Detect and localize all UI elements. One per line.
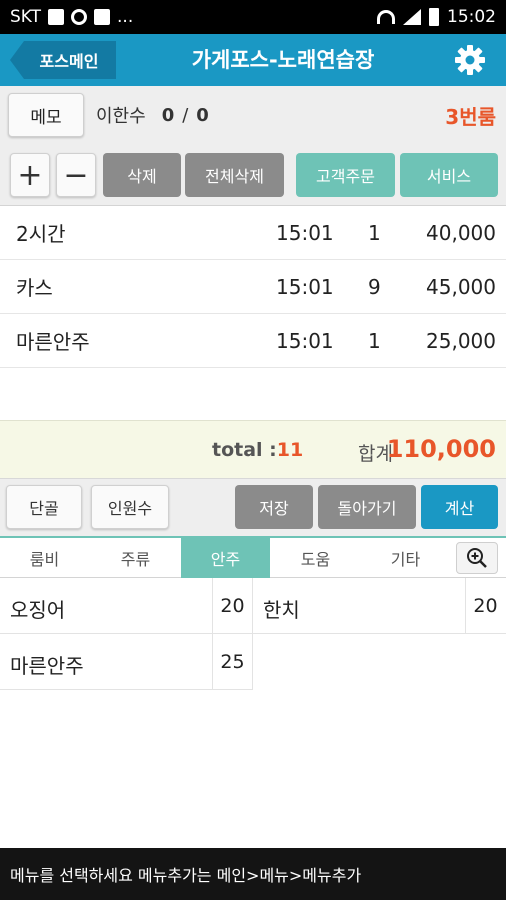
zoom-in-icon bbox=[467, 548, 487, 568]
order-list: 2시간 15:01 1 40,000 카스 15:01 9 45,000 마른안… bbox=[0, 206, 506, 420]
tab-snacks[interactable]: 안주 bbox=[181, 538, 270, 578]
menu-item[interactable]: 오징어 20 bbox=[0, 578, 253, 634]
zoom-in-button[interactable] bbox=[456, 542, 498, 574]
order-time: 15:01 bbox=[276, 220, 334, 245]
service-button[interactable]: 서비스 bbox=[400, 153, 498, 197]
count-a: 0 bbox=[161, 104, 175, 126]
total-count-label: total :11 bbox=[212, 439, 303, 461]
facebook-icon bbox=[94, 9, 111, 25]
status-bar: SKT ... 15:02 bbox=[0, 0, 506, 34]
person-count: 0 / 0 bbox=[162, 105, 209, 126]
menu-item-price: 20 bbox=[465, 578, 505, 633]
bottom-action-row: 단골 인원수 저장 돌아가기 계산 bbox=[0, 478, 506, 536]
order-qty: 1 bbox=[368, 328, 381, 353]
order-row[interactable]: 카스 15:01 9 45,000 bbox=[0, 260, 506, 314]
menu-item-name: 오징어 bbox=[10, 598, 66, 622]
gallery-icon bbox=[48, 9, 65, 25]
total-label-text: total : bbox=[212, 439, 277, 461]
app-header: 포스메인 가게포스-노래연습장 bbox=[0, 34, 506, 86]
gear-icon[interactable] bbox=[454, 44, 486, 76]
regular-customer-button[interactable]: 단골 bbox=[6, 485, 82, 529]
delete-button[interactable]: 삭제 bbox=[103, 153, 181, 197]
order-time: 15:01 bbox=[276, 328, 334, 353]
sum-value: 110,000 bbox=[386, 435, 496, 463]
customer-order-button[interactable]: 고객주문 bbox=[296, 153, 395, 197]
order-price: 45,000 bbox=[426, 274, 496, 299]
order-name: 마른안주 bbox=[16, 330, 90, 354]
menu-item[interactable]: 한치 20 bbox=[253, 578, 506, 634]
footer-hint: 메뉴를 선택하세요 메뉴추가는 메인>메뉴>메뉴추가 bbox=[0, 848, 506, 900]
order-time: 15:01 bbox=[276, 274, 334, 299]
room-label: 3번룸 bbox=[445, 104, 496, 129]
decrease-button[interactable]: − bbox=[56, 153, 96, 197]
order-row[interactable]: 2시간 15:01 1 40,000 bbox=[0, 206, 506, 260]
order-qty: 9 bbox=[368, 274, 381, 299]
battery-icon bbox=[429, 8, 439, 26]
signal-icon bbox=[403, 9, 421, 25]
info-row: 메모 이한수 0 / 0 3번룸 bbox=[0, 86, 506, 144]
menu-grid: 오징어 20 한치 20 마른안주 25 bbox=[0, 578, 506, 848]
pos-main-back-button[interactable]: 포스메인 bbox=[10, 41, 116, 79]
order-row[interactable]: 마른안주 15:01 1 25,000 bbox=[0, 314, 506, 368]
customer-name: 이한수 bbox=[96, 106, 146, 127]
increase-button[interactable]: + bbox=[10, 153, 50, 197]
menu-item-price: 20 bbox=[212, 578, 252, 633]
people-count-button[interactable]: 인원수 bbox=[91, 485, 169, 529]
category-tabs: 룸비 주류 안주 도움 기타 bbox=[0, 536, 506, 578]
page-title: 가게포스-노래연습장 bbox=[191, 48, 375, 72]
menu-item-name: 한치 bbox=[263, 598, 300, 622]
carrier-label: SKT bbox=[10, 7, 42, 27]
delete-all-button[interactable]: 전체삭제 bbox=[185, 153, 284, 197]
tab-drinks[interactable]: 주류 bbox=[91, 538, 180, 578]
tab-helper[interactable]: 도움 bbox=[271, 538, 360, 578]
more-notifications: ... bbox=[117, 7, 134, 27]
order-name: 카스 bbox=[16, 276, 53, 300]
go-back-button[interactable]: 돌아가기 bbox=[318, 485, 416, 529]
status-left: SKT ... bbox=[10, 7, 133, 27]
clock: 15:02 bbox=[447, 7, 496, 27]
totals-bar: total :11 합계 110,000 bbox=[0, 420, 506, 478]
menu-item-name: 마른안주 bbox=[10, 654, 84, 678]
action-row: + − 삭제 전체삭제 고객주문 서비스 bbox=[0, 144, 506, 206]
total-count-value: 11 bbox=[276, 439, 304, 461]
order-price: 40,000 bbox=[426, 220, 496, 245]
save-button[interactable]: 저장 bbox=[235, 485, 313, 529]
count-b: 0 bbox=[196, 104, 209, 126]
menu-item-price: 25 bbox=[212, 634, 252, 689]
memo-button[interactable]: 메모 bbox=[8, 93, 84, 137]
tab-etc[interactable]: 기타 bbox=[361, 538, 450, 578]
order-name: 2시간 bbox=[16, 222, 66, 246]
sync-icon bbox=[71, 9, 88, 25]
order-qty: 1 bbox=[368, 220, 381, 245]
order-price: 25,000 bbox=[426, 328, 496, 353]
count-separator: / bbox=[182, 104, 189, 126]
menu-item[interactable]: 마른안주 25 bbox=[0, 634, 253, 690]
checkout-button[interactable]: 계산 bbox=[421, 485, 498, 529]
status-right: 15:02 bbox=[377, 7, 496, 27]
wifi-icon bbox=[377, 10, 395, 24]
tab-room-fee[interactable]: 룸비 bbox=[0, 538, 89, 578]
